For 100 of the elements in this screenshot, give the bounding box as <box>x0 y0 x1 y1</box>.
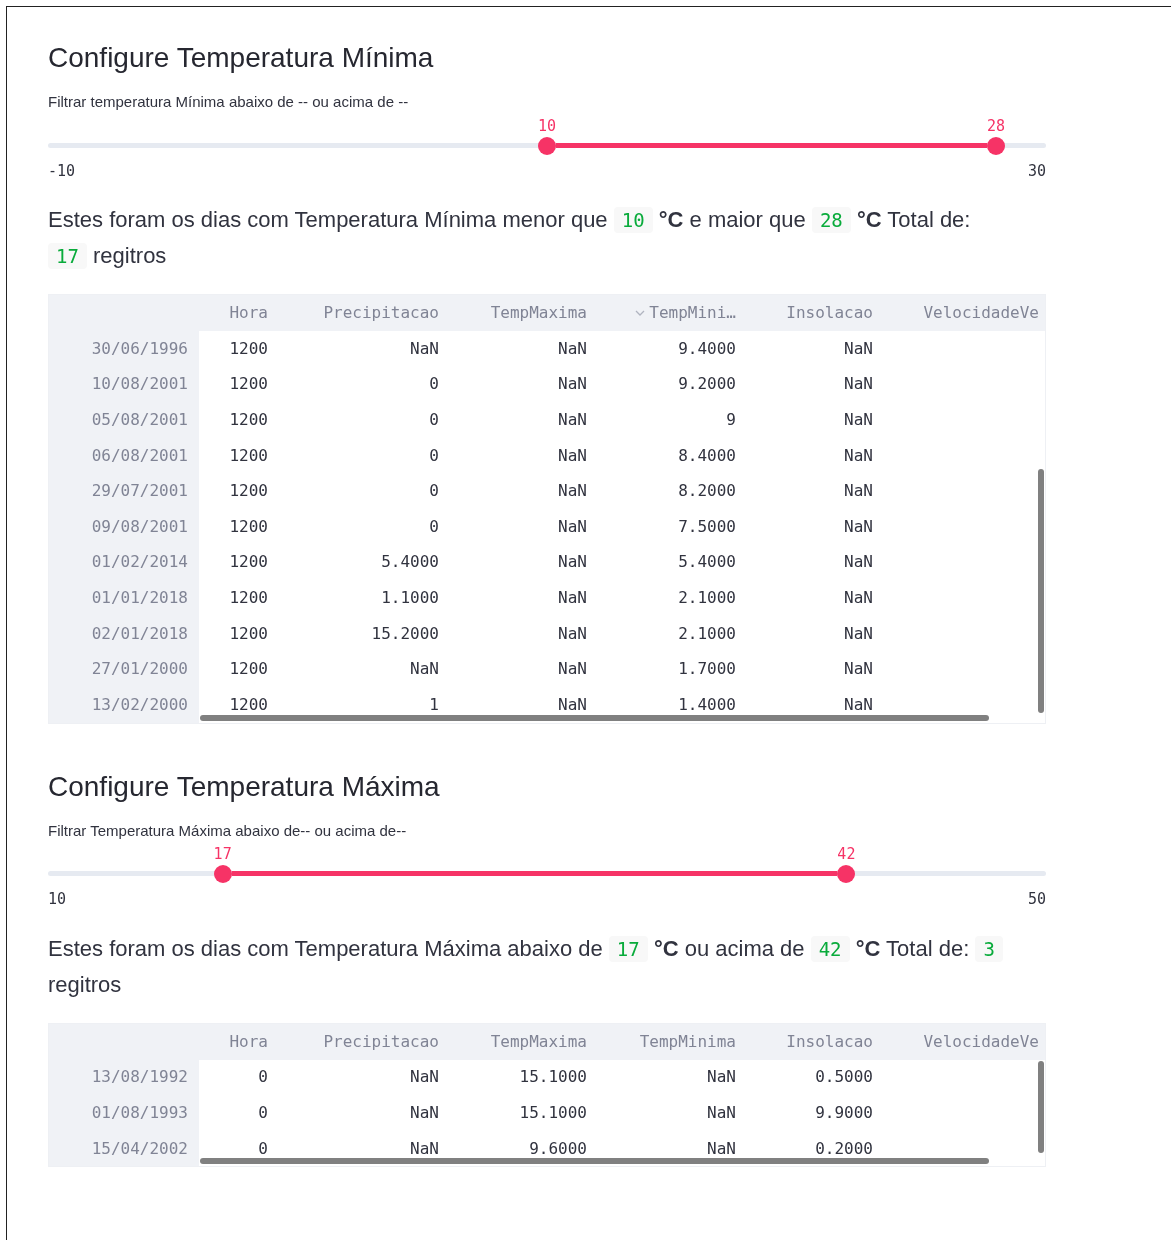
table-cell-text: NaN <box>557 409 588 431</box>
table-cell-text: NaN <box>843 373 874 396</box>
table-cell-text: 1200 <box>228 622 269 645</box>
row-index: 05/08/2001 <box>49 402 199 438</box>
slider-min: 10 <box>48 889 67 911</box>
column-header[interactable]: VelocidadeVe <box>881 301 1045 325</box>
row-index: 10/08/2001 <box>49 366 199 403</box>
table-cell-text: NaN <box>409 658 440 681</box>
table-cell-text: 0 <box>428 515 440 538</box>
table-cell-text: NaN <box>843 622 874 645</box>
result-sentence: Estes foram os dias com Temperatura Máxima abaixo de 17 °C ou acima de 42 °C Total de: 3 regitros <box>48 930 1008 1003</box>
row-index: 15/04/2002 <box>49 1130 199 1167</box>
table-cell-text: NaN <box>409 337 440 360</box>
slider-value: 17 <box>213 846 232 863</box>
table-cell-text: 0 <box>428 409 440 431</box>
table-cell-text: 1200 <box>228 586 269 609</box>
table-cell-text: 15.2000 <box>370 622 440 645</box>
table-cell-text: 15.1000 <box>518 1066 588 1089</box>
row-index: 01/01/2018 <box>49 580 199 616</box>
table-cell-text: 1200 <box>228 693 269 716</box>
result-sentence: Estes foram os dias com Temperatura Mínima menor que 10 °C e maior que 28 °C Total de: 17 regitros <box>48 206 972 271</box>
table-cell-text: 1200 <box>228 444 269 467</box>
column-header[interactable]: TempMinima <box>595 1029 744 1054</box>
table-cell-text: 1200 <box>228 658 269 681</box>
table-cell-text: 9 <box>725 409 737 431</box>
table-cell-text: 9.2000 <box>677 373 737 396</box>
table-cell-text: NaN <box>706 1137 737 1160</box>
table-cell-text: NaN <box>843 444 874 467</box>
table-cell-text: 0 <box>257 1066 269 1089</box>
horizontal-scrollbar[interactable] <box>200 1158 989 1165</box>
column-header[interactable]: TempMaxima <box>447 301 595 325</box>
column-header[interactable]: Insolacao <box>744 301 881 325</box>
vertical-scrollbar[interactable] <box>1038 469 1044 713</box>
column-header[interactable]: TempMaxima <box>447 1029 595 1054</box>
table-cell-text: 2.1000 <box>677 586 737 609</box>
table-cell-text: NaN <box>557 658 588 681</box>
table-cell-text: 5.4000 <box>380 551 440 574</box>
table-cell-text: 1.4000 <box>677 693 737 716</box>
slider-label: Filtrar Temperatura Máxima abaixo de-- ou acima de-- <box>48 820 407 841</box>
row-index: 30/06/1996 <box>49 331 199 367</box>
column-header[interactable]: Hora <box>199 301 276 325</box>
row-index: 27/01/2000 <box>49 651 199 687</box>
table-cell-text: NaN <box>843 480 874 503</box>
table-cell-text: 0 <box>428 480 440 503</box>
section-title: Configure Temperatura Mínima <box>48 41 434 75</box>
table-cell-text: 0 <box>428 444 440 467</box>
table-cell-text: 9.4000 <box>677 337 737 360</box>
row-index: 01/02/2014 <box>49 544 199 581</box>
table-cell-text: NaN <box>557 515 588 538</box>
table-cell-text: NaN <box>843 551 874 574</box>
table-cell-text: 9.6000 <box>528 1137 588 1160</box>
vertical-scrollbar[interactable] <box>1038 1060 1044 1153</box>
table-cell-text: 7.5000 <box>677 515 737 538</box>
table-cell-text: 1200 <box>228 373 269 396</box>
table-cell-text: 0 <box>257 1137 269 1160</box>
table-cell-text: 15.1000 <box>518 1101 588 1124</box>
table-cell-text: NaN <box>409 1066 440 1089</box>
slider-value: 42 <box>837 846 856 863</box>
column-header[interactable]: Hora <box>199 1029 276 1054</box>
slider-handle[interactable] <box>837 865 856 884</box>
table-cell-text: 1 <box>428 693 440 716</box>
table-cell-text: NaN <box>843 586 874 609</box>
table-cell-text: 1200 <box>228 337 269 360</box>
table-cell-text: NaN <box>557 444 588 467</box>
slider-max: 30 <box>1027 160 1046 182</box>
column-header[interactable]: VelocidadeVe <box>881 1029 1045 1054</box>
slider-track[interactable] <box>48 865 1046 884</box>
row-index: 01/08/1993 <box>49 1095 199 1131</box>
table-cell-text: NaN <box>843 409 874 431</box>
slider-handle[interactable] <box>538 136 556 155</box>
row-index: 06/08/2001 <box>49 437 199 474</box>
table-cell-text: 2.1000 <box>677 622 737 645</box>
table-cell-text: NaN <box>843 515 874 538</box>
table-cell-text: 1200 <box>228 409 269 431</box>
section-title: Configure Temperatura Máxima <box>48 769 440 804</box>
slider-label: Filtrar temperatura Mínima abaixo de -- ou acima de -- <box>48 92 409 112</box>
column-header[interactable]: TempMini… <box>595 301 744 325</box>
horizontal-scrollbar[interactable] <box>200 714 989 721</box>
slider-handle[interactable] <box>213 865 232 884</box>
row-index: 29/07/2001 <box>49 473 199 509</box>
table-cell-text: NaN <box>843 337 874 360</box>
table-cell-text: 1200 <box>228 551 269 574</box>
slider-value: 28 <box>987 117 1006 134</box>
table-cell-text: 0.2000 <box>814 1137 874 1160</box>
column-header[interactable]: Insolacao <box>744 1029 881 1054</box>
table-cell-text: 0 <box>257 1101 269 1124</box>
column-header[interactable]: Precipitacao <box>276 301 447 325</box>
slider-track[interactable] <box>48 136 1046 155</box>
table-cell-text: NaN <box>557 551 588 574</box>
table-cell-text: 8.2000 <box>677 480 737 503</box>
row-index: 09/08/2001 <box>49 508 199 545</box>
slider-max: 50 <box>1027 889 1046 911</box>
slider-handle[interactable] <box>987 136 1006 155</box>
column-header[interactable]: Precipitacao <box>276 1029 447 1054</box>
table-cell-text: NaN <box>843 693 874 716</box>
table-cell-text: 1.7000 <box>677 658 737 681</box>
slider-value: 10 <box>537 117 557 134</box>
table-cell-text: 1200 <box>228 480 269 503</box>
table-cell-text: NaN <box>706 1101 737 1124</box>
table-cell-text: 5.4000 <box>677 551 737 574</box>
